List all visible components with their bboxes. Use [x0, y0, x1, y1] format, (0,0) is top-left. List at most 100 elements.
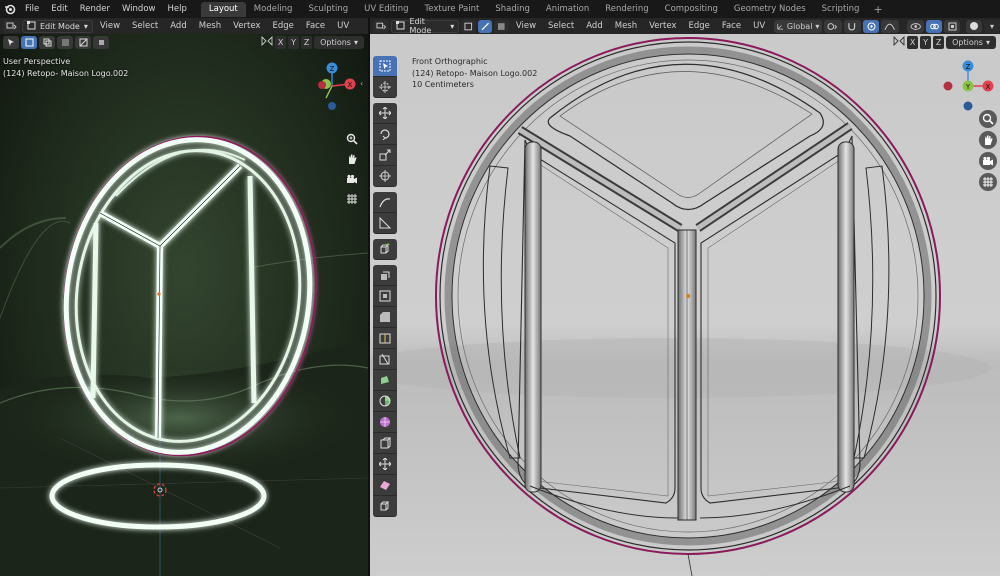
tool-rotate-icon[interactable]: [373, 124, 397, 145]
zoom-icon[interactable]: [343, 130, 361, 148]
tool-bevel-icon[interactable]: [373, 307, 397, 328]
grid-icon[interactable]: [979, 173, 997, 191]
hand-pan-icon[interactable]: [343, 150, 361, 168]
tool-transform-icon[interactable]: [373, 166, 397, 187]
menu-render[interactable]: Render: [74, 0, 116, 18]
select-mode-extend-icon[interactable]: [39, 36, 55, 49]
shading-options-chevron-icon[interactable]: ▾: [984, 19, 1000, 33]
select-mode-subtract-icon[interactable]: [57, 36, 73, 49]
menu-mesh[interactable]: Mesh: [610, 21, 642, 31]
options-dropdown-left[interactable]: Options ▾: [314, 36, 364, 49]
tool-rip-icon[interactable]: [373, 496, 397, 517]
tab-uv-editing[interactable]: UV Editing: [356, 2, 416, 17]
menu-face[interactable]: Face: [717, 21, 746, 31]
xray-toggle-icon[interactable]: [944, 19, 960, 33]
menu-view[interactable]: View: [95, 21, 125, 31]
shading-solid-icon[interactable]: [966, 19, 982, 33]
left-3d-viewport[interactable]: Edit Mode ▾ View Select Add Mesh Vertex …: [0, 18, 368, 576]
right-viewport-scene[interactable]: [370, 18, 1000, 576]
tool-cursor-icon[interactable]: [373, 77, 397, 98]
tab-scripting[interactable]: Scripting: [814, 2, 868, 17]
mirror-axis-y[interactable]: Y: [288, 36, 300, 49]
mirror-axis-y[interactable]: Y: [920, 36, 932, 49]
menu-select[interactable]: Select: [127, 21, 163, 31]
menu-window[interactable]: Window: [116, 0, 162, 18]
menu-edge[interactable]: Edge: [683, 21, 714, 31]
mode-select-left[interactable]: Edit Mode ▾: [22, 19, 93, 33]
tool-inset-icon[interactable]: [373, 286, 397, 307]
snap-icon[interactable]: [843, 19, 862, 33]
tab-shading[interactable]: Shading: [487, 2, 538, 17]
tab-texture-paint[interactable]: Texture Paint: [417, 2, 488, 17]
collapse-arrow-icon[interactable]: ‹: [360, 78, 363, 90]
overlay-visibility-icon[interactable]: [906, 19, 924, 33]
tool-spin-icon[interactable]: [373, 391, 397, 412]
menu-uv[interactable]: UV: [332, 21, 354, 31]
select-tool-icon[interactable]: [3, 36, 19, 49]
mirror-icon[interactable]: [261, 35, 273, 49]
camera-icon[interactable]: [979, 152, 997, 170]
right-3d-viewport[interactable]: Edit Mode ▾ View Select Add Mesh Vertex …: [370, 18, 1000, 576]
tool-scale-icon[interactable]: [373, 145, 397, 166]
tab-rendering[interactable]: Rendering: [597, 2, 656, 17]
overlays-toggle-icon[interactable]: [926, 19, 942, 33]
tool-loop-cut-icon[interactable]: [373, 328, 397, 349]
tool-knife-icon[interactable]: [373, 349, 397, 370]
mirror-axis-z[interactable]: Z: [301, 36, 313, 49]
tool-select-box-icon[interactable]: [373, 56, 397, 77]
menu-uv[interactable]: UV: [748, 21, 770, 31]
tab-animation[interactable]: Animation: [538, 2, 597, 17]
menu-vertex[interactable]: Vertex: [228, 21, 265, 31]
select-mode-invert-icon[interactable]: [75, 36, 91, 49]
add-workspace-icon[interactable]: +: [867, 3, 888, 16]
mirror-icon[interactable]: [893, 35, 905, 49]
camera-icon[interactable]: [343, 170, 361, 188]
menu-mesh[interactable]: Mesh: [194, 21, 226, 31]
tool-annotate-icon[interactable]: [373, 192, 397, 213]
tab-modeling[interactable]: Modeling: [246, 2, 301, 17]
menu-edge[interactable]: Edge: [267, 21, 298, 31]
select-mode-intersect-icon[interactable]: [93, 36, 109, 49]
menu-edit[interactable]: Edit: [45, 0, 73, 18]
tool-measure-icon[interactable]: [373, 213, 397, 234]
mode-select-right[interactable]: Edit Mode ▾: [391, 18, 460, 35]
tool-move-icon[interactable]: [373, 103, 397, 124]
select-face-icon[interactable]: [494, 19, 509, 33]
transform-orientation-dropdown[interactable]: Global ▾: [774, 19, 823, 33]
menu-add[interactable]: Add: [581, 21, 607, 31]
tool-extrude-icon[interactable]: [373, 265, 397, 286]
tool-add-cube-icon[interactable]: [373, 239, 397, 260]
select-edge-icon[interactable]: [477, 19, 493, 33]
tool-poly-build-icon[interactable]: [373, 370, 397, 391]
select-mode-new-icon[interactable]: [21, 36, 37, 49]
tool-smooth-icon[interactable]: [373, 412, 397, 433]
tool-shrink-fatten-icon[interactable]: [373, 454, 397, 475]
menu-help[interactable]: Help: [161, 0, 192, 18]
pivot-point-icon[interactable]: [824, 19, 842, 33]
tool-shear-icon[interactable]: [373, 475, 397, 496]
options-dropdown-right[interactable]: Options ▾: [946, 36, 996, 49]
editor-type-icon[interactable]: [3, 19, 20, 33]
select-vertex-icon[interactable]: [461, 19, 476, 33]
menu-face[interactable]: Face: [301, 21, 330, 31]
menu-vertex[interactable]: Vertex: [644, 21, 681, 31]
tool-edge-slide-icon[interactable]: [373, 433, 397, 454]
menu-select[interactable]: Select: [543, 21, 579, 31]
tab-compositing[interactable]: Compositing: [657, 2, 726, 17]
tab-layout[interactable]: Layout: [200, 1, 246, 17]
editor-type-icon[interactable]: [373, 19, 390, 33]
menu-view[interactable]: View: [511, 21, 541, 31]
tab-sculpting[interactable]: Sculpting: [300, 2, 356, 17]
proportional-editing-icon[interactable]: [863, 19, 880, 33]
mirror-axis-x[interactable]: X: [907, 36, 919, 49]
zoom-icon[interactable]: [979, 110, 997, 128]
grid-icon[interactable]: [343, 190, 361, 208]
mirror-axis-z[interactable]: Z: [933, 36, 945, 49]
hand-pan-icon[interactable]: [979, 131, 997, 149]
tab-geometry-nodes[interactable]: Geometry Nodes: [726, 2, 814, 17]
menu-add[interactable]: Add: [165, 21, 191, 31]
mirror-axis-x[interactable]: X: [275, 36, 287, 49]
navigation-gizmo-left[interactable]: Z X: [308, 58, 362, 114]
navigation-gizmo-right[interactable]: Z X Y: [940, 58, 996, 114]
menu-file[interactable]: File: [19, 0, 45, 18]
